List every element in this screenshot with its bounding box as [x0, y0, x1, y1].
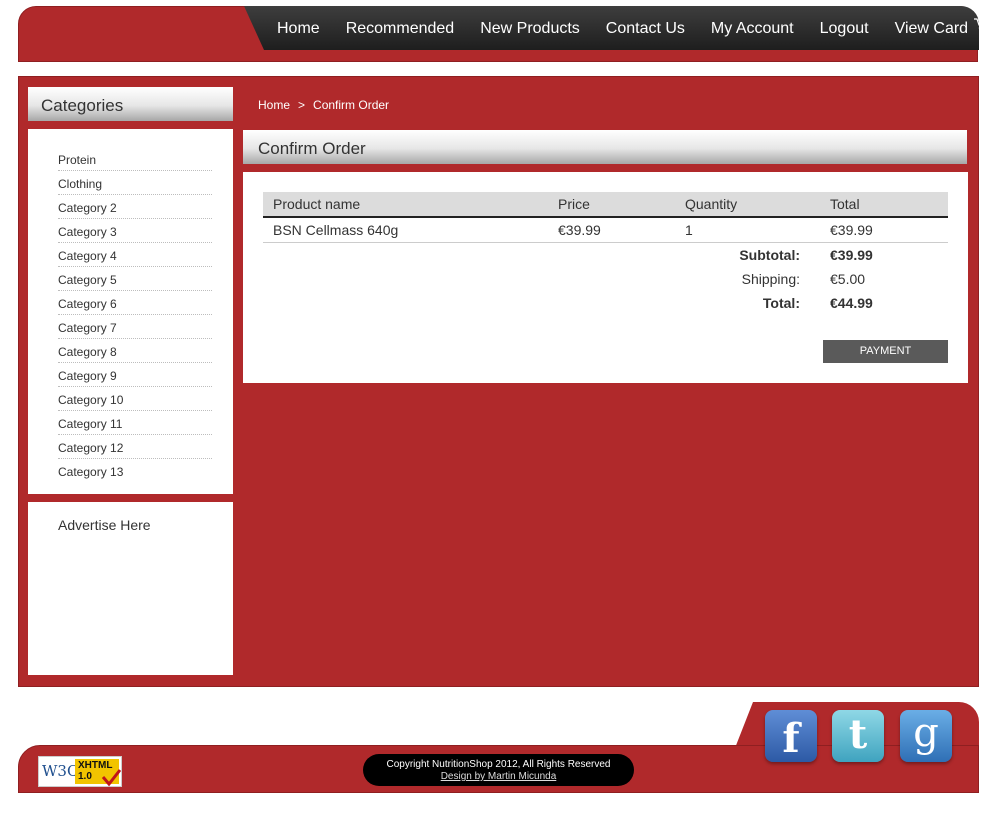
- nav-home[interactable]: Home: [264, 6, 333, 50]
- category-item[interactable]: Clothing: [58, 171, 212, 195]
- w3c-xhtml-badge[interactable]: W3C XHTML 1.0: [38, 756, 122, 787]
- facebook-icon[interactable]: f: [765, 710, 817, 762]
- facebook-glyph: f: [782, 715, 800, 762]
- google-icon[interactable]: g: [900, 710, 952, 762]
- payment-button[interactable]: PAYMENT: [823, 340, 948, 363]
- advertise-text: Advertise Here: [58, 517, 151, 533]
- category-item[interactable]: Category 8: [58, 339, 212, 363]
- total-row: Total: €44.99: [263, 291, 948, 315]
- subtotal-row: Subtotal: €39.99: [263, 243, 948, 268]
- category-item[interactable]: Category 5: [58, 267, 212, 291]
- column-header-product: Product name: [263, 192, 548, 218]
- column-header-quantity: Quantity: [675, 192, 820, 218]
- table-row: BSN Cellmass 640g €39.99 1 €39.99: [263, 217, 948, 243]
- twitter-glyph: t: [848, 711, 868, 758]
- category-item[interactable]: Category 4: [58, 243, 212, 267]
- order-panel: Product name Price Quantity Total BSN Ce…: [243, 172, 968, 383]
- shipping-value: €5.00: [830, 271, 866, 287]
- shipping-row: Shipping: €5.00: [263, 267, 948, 291]
- breadcrumb-separator: >: [298, 98, 306, 112]
- total-cell: €39.99: [820, 217, 948, 243]
- checkmark-icon: [101, 769, 121, 787]
- nav-logout[interactable]: Logout: [807, 6, 882, 50]
- shipping-label: Shipping:: [741, 271, 800, 287]
- category-item[interactable]: Category 13: [58, 459, 212, 482]
- category-item[interactable]: Category 6: [58, 291, 212, 315]
- nav-view-card[interactable]: View Card: [882, 6, 979, 50]
- nav-contact-us[interactable]: Contact Us: [593, 6, 698, 50]
- categories-list-panel: Protein Clothing Category 2 Category 3 C…: [28, 129, 233, 494]
- subtotal-label: Subtotal:: [739, 247, 800, 263]
- breadcrumb-home-link[interactable]: Home: [258, 98, 290, 112]
- price-cell: €39.99: [548, 217, 675, 243]
- column-header-total: Total: [820, 192, 948, 218]
- page-title: Confirm Order: [258, 139, 366, 158]
- nav-new-products[interactable]: New Products: [467, 6, 593, 50]
- shopping-cart-icon: [974, 18, 979, 30]
- category-item[interactable]: Category 10: [58, 387, 212, 411]
- main-navigation: Home Recommended New Products Contact Us…: [244, 6, 979, 50]
- category-item[interactable]: Category 12: [58, 435, 212, 459]
- xhtml-line2: 1.0: [78, 771, 92, 782]
- total-value: €44.99: [830, 295, 873, 311]
- copyright-box: Copyright NutritionShop 2012, All Rights…: [363, 754, 634, 786]
- nav-view-card-label: View Card: [894, 20, 969, 37]
- categories-title: Categories: [41, 96, 124, 115]
- category-item[interactable]: Category 7: [58, 315, 212, 339]
- category-item[interactable]: Protein: [58, 147, 212, 171]
- page-title-bar: Confirm Order: [243, 130, 967, 164]
- google-glyph: g: [913, 710, 939, 756]
- order-table-header: Product name Price Quantity Total: [263, 192, 948, 218]
- copyright-text: Copyright NutritionShop 2012, All Rights…: [386, 759, 611, 770]
- breadcrumb-current: Confirm Order: [313, 98, 390, 112]
- category-item[interactable]: Category 9: [58, 363, 212, 387]
- category-item[interactable]: Category 11: [58, 411, 212, 435]
- categories-header: Categories: [28, 87, 233, 121]
- twitter-icon[interactable]: t: [832, 710, 884, 762]
- nav-my-account[interactable]: My Account: [698, 6, 807, 50]
- total-label: Total:: [762, 295, 800, 311]
- category-item[interactable]: Category 2: [58, 195, 212, 219]
- nav-recommended[interactable]: Recommended: [333, 6, 468, 50]
- advertisement-panel: Advertise Here: [28, 502, 233, 675]
- w3c-logo-text: W3C: [42, 762, 79, 780]
- design-credit-link[interactable]: Design by Martin Micunda: [363, 771, 634, 782]
- order-table: Product name Price Quantity Total BSN Ce…: [263, 192, 948, 315]
- subtotal-value: €39.99: [830, 247, 873, 263]
- column-header-price: Price: [548, 192, 675, 218]
- quantity-cell: 1: [675, 217, 820, 243]
- breadcrumb: Home > Confirm Order: [258, 98, 389, 112]
- category-item[interactable]: Category 3: [58, 219, 212, 243]
- product-name-cell: BSN Cellmass 640g: [263, 217, 548, 243]
